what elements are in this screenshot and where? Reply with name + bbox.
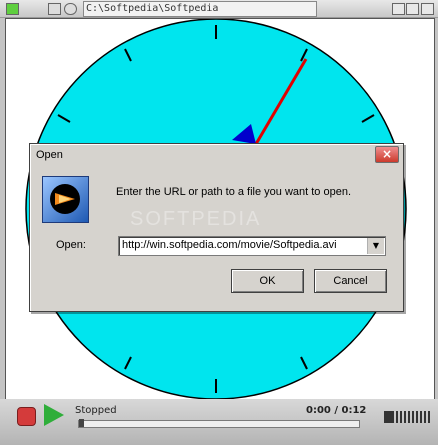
volume-slider[interactable]	[396, 411, 430, 423]
realplayer-logo-icon	[42, 176, 89, 223]
ok-button[interactable]: OK	[231, 269, 304, 293]
stop-button[interactable]	[17, 407, 36, 426]
globe-icon[interactable]	[64, 3, 77, 15]
media-player-window: C:\Softpedia\Softpedia Stopped 0:00 / 0:…	[0, 0, 438, 445]
close-icon[interactable]: ×	[375, 146, 399, 163]
play-button[interactable]	[44, 404, 64, 426]
seek-handle[interactable]	[79, 419, 84, 427]
status-text: Stopped	[75, 405, 117, 416]
open-url-input[interactable]: http://win.softpedia.com/movie/Softpedia…	[122, 239, 337, 251]
dialog-title: Open	[36, 149, 63, 161]
seek-bar[interactable]	[78, 420, 360, 428]
dialog-message: Enter the URL or path to a file you want…	[116, 186, 352, 198]
window-menu-icon[interactable]	[6, 3, 19, 15]
time-display: 0:00 / 0:12	[306, 405, 367, 416]
maximize-icon[interactable]	[406, 3, 419, 15]
chevron-down-icon[interactable]: ▼	[367, 238, 384, 254]
open-url-combobox[interactable]: http://win.softpedia.com/movie/Softpedia…	[118, 236, 386, 256]
control-bar: Stopped 0:00 / 0:12	[0, 399, 438, 445]
softpedia-watermark: SOFTPEDIA	[130, 208, 262, 230]
open-dialog: Open × Enter the URL or path to a file y…	[29, 143, 404, 312]
open-label: Open:	[56, 239, 86, 251]
volume-icon[interactable]	[384, 411, 394, 423]
title-bar: C:\Softpedia\Softpedia	[0, 0, 438, 18]
minimize-icon[interactable]	[392, 3, 405, 15]
cancel-button[interactable]: Cancel	[314, 269, 387, 293]
folder-icon[interactable]	[48, 3, 61, 15]
close-window-icon[interactable]	[421, 3, 434, 15]
window-title: C:\Softpedia\Softpedia	[83, 1, 317, 17]
